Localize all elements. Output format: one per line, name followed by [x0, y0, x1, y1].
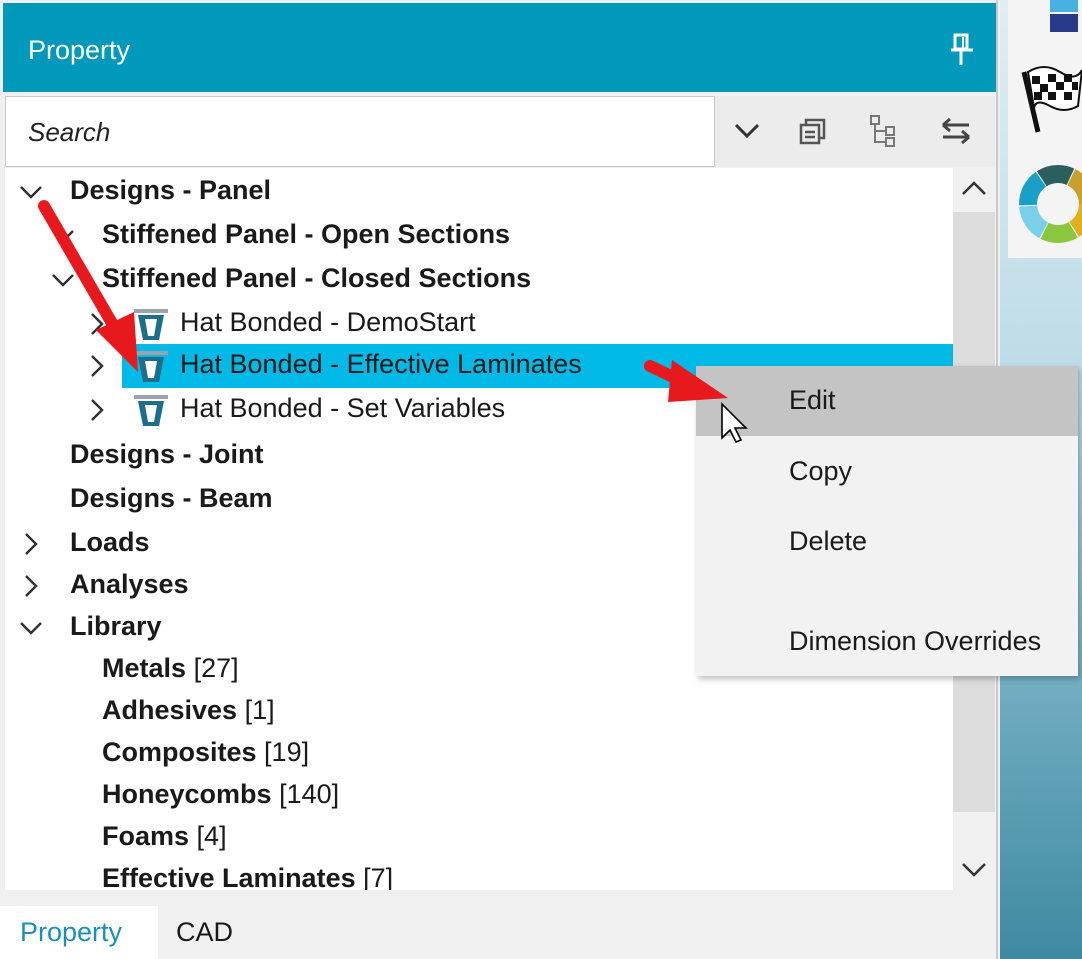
tree-view-icon[interactable]	[863, 110, 905, 152]
tree-item-label: Designs - Joint	[70, 439, 264, 469]
color-wheel-icon[interactable]	[1018, 163, 1082, 245]
tree-item-label: Hat Bonded - Effective Laminates	[180, 349, 582, 379]
tree-item-label: Adhesives	[102, 695, 238, 725]
tree-item-foams[interactable]: Foams [4]	[5, 816, 953, 860]
item-count: [1]	[244, 695, 275, 725]
search-toolbar	[5, 96, 995, 167]
chevron-down-icon[interactable]	[19, 616, 43, 640]
tree-item-stiffened-panel-closed[interactable]: Stiffened Panel - Closed Sections	[5, 258, 953, 302]
hat-stiffener-icon	[134, 351, 168, 382]
chevron-right-icon[interactable]	[85, 354, 109, 378]
chevron-down-icon[interactable]	[19, 180, 43, 204]
menu-item-label: Edit	[789, 385, 836, 415]
menu-item-dimension-overrides[interactable]: Dimension Overrides	[696, 607, 1078, 677]
menu-item-label: Delete	[789, 526, 868, 556]
search-input[interactable]	[26, 113, 700, 151]
chevron-down-icon[interactable]	[51, 224, 75, 248]
tree-item-label: Effective Laminates	[102, 863, 356, 890]
tree-item-label: Designs - Beam	[70, 483, 273, 513]
tree-item-label: Metals	[102, 653, 187, 683]
tree-item-honeycombs[interactable]: Honeycombs [140]	[5, 774, 953, 818]
item-count: [27]	[193, 653, 239, 683]
chevron-right-icon[interactable]	[19, 532, 43, 556]
item-count: [19]	[264, 737, 310, 767]
hat-stiffener-icon	[134, 309, 168, 340]
tree-item-effective-laminates[interactable]: Effective Laminates [7]	[5, 858, 953, 890]
tree-item-label: Stiffened Panel - Open Sections	[102, 219, 511, 249]
tab-cad[interactable]: CAD	[158, 906, 253, 959]
swap-arrows-icon[interactable]	[935, 110, 977, 152]
menu-item-delete[interactable]: Delete	[696, 507, 1078, 577]
item-count: [140]	[279, 779, 340, 809]
chevron-right-icon[interactable]	[85, 312, 109, 336]
search-box	[5, 96, 715, 167]
hat-stiffener-icon	[134, 395, 168, 426]
chevron-right-icon[interactable]	[19, 574, 43, 598]
tree-item-adhesives[interactable]: Adhesives [1]	[5, 690, 953, 734]
tree-item-label: Honeycombs	[102, 779, 272, 809]
tree-item-label: Analyses	[70, 569, 189, 599]
tree-item-label: Hat Bonded - Set Variables	[180, 393, 506, 423]
context-menu: Edit Copy Delete Dimension Overrides	[696, 366, 1078, 676]
tree-item-label: Library	[70, 611, 162, 641]
tree-item-label: Loads	[70, 527, 150, 557]
tree-item-label: Foams	[102, 821, 190, 851]
pin-icon[interactable]	[947, 33, 977, 67]
tree-item-label: Composites	[102, 737, 257, 767]
panel-titlebar: Property	[3, 3, 996, 92]
tree-item-label: Designs - Panel	[70, 175, 272, 205]
menu-item-label: Dimension Overrides	[789, 626, 1042, 656]
tree-item-composites[interactable]: Composites [19]	[5, 732, 953, 776]
collapse-all-icon[interactable]	[792, 110, 834, 152]
menu-item-copy[interactable]: Copy	[696, 437, 1078, 507]
panel-title: Property	[28, 35, 131, 65]
menu-item-label: Copy	[789, 456, 853, 486]
tree-item-label: Stiffened Panel - Closed Sections	[102, 263, 532, 293]
scroll-down-icon[interactable]	[953, 850, 995, 890]
tree-item-hat-bonded-demostart[interactable]: Hat Bonded - DemoStart	[5, 302, 953, 346]
menu-item-edit[interactable]: Edit	[696, 366, 1078, 436]
item-count: [4]	[196, 821, 227, 851]
item-count: [7]	[363, 863, 394, 890]
panel-tabs: Property CAD	[0, 906, 996, 959]
tree-item-designs-panel[interactable]: Designs - Panel	[5, 170, 953, 214]
chevron-down-icon[interactable]	[726, 110, 768, 152]
chevron-right-icon[interactable]	[85, 398, 109, 422]
tree-item-label: Hat Bonded - DemoStart	[180, 307, 476, 337]
chevron-down-icon[interactable]	[51, 268, 75, 292]
tree-item-stiffened-panel-open[interactable]: Stiffened Panel - Open Sections	[5, 214, 953, 258]
database-icon[interactable]	[1046, 0, 1082, 36]
scroll-up-icon[interactable]	[953, 168, 995, 208]
right-toolbar	[1008, 0, 1082, 258]
tab-property[interactable]: Property	[0, 906, 158, 959]
checkered-flag-icon[interactable]	[1020, 62, 1082, 136]
